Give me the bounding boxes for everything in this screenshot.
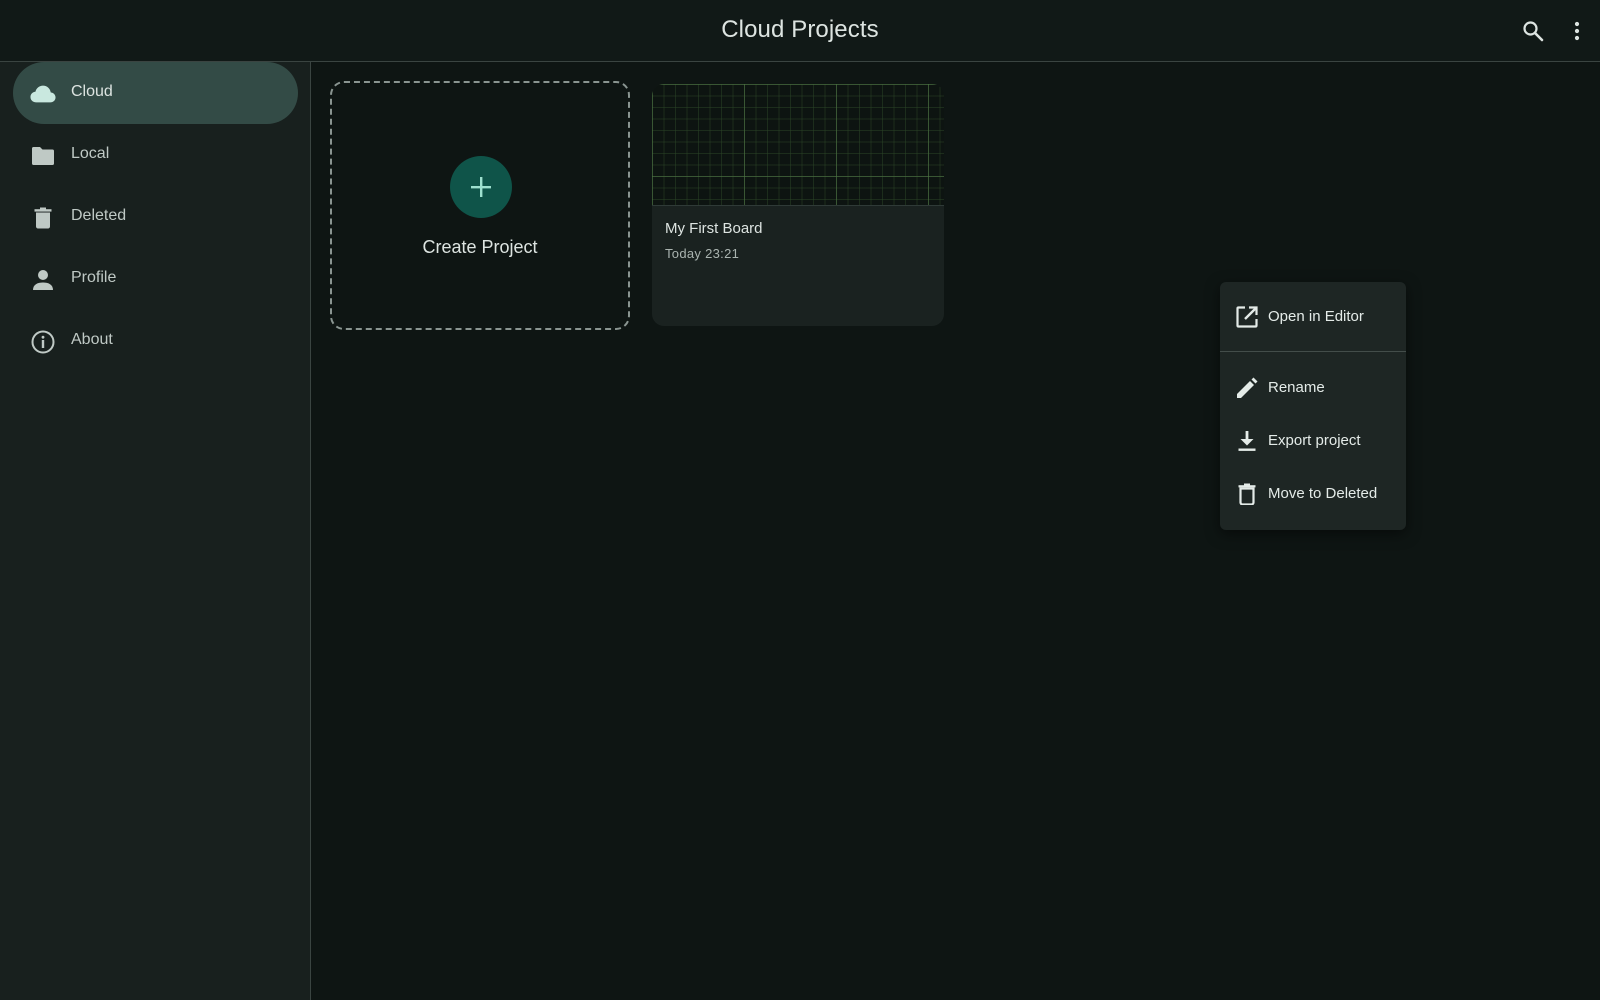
sidebar-item-label: Deleted — [71, 207, 127, 224]
person-icon — [30, 267, 56, 293]
create-project-card[interactable]: Create Project — [330, 81, 630, 330]
menu-divider — [1220, 351, 1406, 352]
cloud-icon — [30, 81, 56, 107]
menu-item-rename[interactable]: Rename — [1220, 363, 1406, 413]
open-in-new-icon — [1234, 304, 1260, 330]
sidebar-item-label: Cloud — [71, 83, 113, 100]
menu-item-label: Move to Deleted — [1268, 485, 1378, 502]
search-button[interactable] — [1513, 11, 1553, 51]
menu-item-label: Export project — [1268, 432, 1361, 449]
sidebar-item-label: Local — [71, 145, 110, 162]
project-name: My First Board — [665, 220, 763, 237]
menu-item-label: Open in Editor — [1268, 308, 1364, 325]
menu-item-label: Rename — [1268, 379, 1325, 396]
projects-grid: Create Project My First Board Today 23:2… — [312, 62, 1600, 1000]
pencil-icon — [1234, 375, 1260, 401]
more-vert-icon — [1574, 21, 1580, 41]
menu-item-open-in-editor[interactable]: Open in Editor — [1220, 292, 1406, 342]
sidebar-item-local[interactable]: Local — [13, 124, 298, 186]
search-icon — [1523, 21, 1544, 42]
sidebar-item-label: About — [71, 331, 113, 348]
project-card[interactable]: My First Board Today 23:21 — [652, 84, 944, 326]
sidebar-item-label: Profile — [71, 269, 117, 286]
page-title: Cloud Projects — [721, 16, 879, 43]
folder-icon — [30, 143, 56, 169]
trash-icon — [1234, 481, 1260, 507]
more-options-button[interactable] — [1558, 11, 1596, 51]
trash-icon — [30, 205, 56, 231]
download-icon — [1234, 428, 1260, 454]
menu-item-export-project[interactable]: Export project — [1220, 416, 1406, 466]
app-root: Cloud Projects Cloud Local Deleted Profi… — [0, 0, 1600, 1000]
create-project-button[interactable] — [450, 156, 512, 218]
menu-item-move-to-deleted[interactable]: Move to Deleted — [1220, 469, 1406, 519]
create-project-label: Create Project — [422, 237, 538, 257]
project-date: Today 23:21 — [665, 246, 740, 261]
top-app-bar: Cloud Projects — [0, 0, 1600, 62]
project-thumbnail — [652, 84, 944, 206]
sidebar-item-deleted[interactable]: Deleted — [13, 186, 298, 248]
project-context-menu: Open in Editor Rename Export project Mov… — [1220, 282, 1406, 530]
plus-icon — [471, 177, 491, 197]
sidebar-item-cloud[interactable]: Cloud — [13, 62, 298, 124]
navigation-drawer: Cloud Local Deleted Profile About — [0, 62, 311, 1000]
sidebar-item-about[interactable]: About — [13, 310, 298, 372]
sidebar-item-profile[interactable]: Profile — [13, 248, 298, 310]
info-icon — [30, 329, 56, 355]
